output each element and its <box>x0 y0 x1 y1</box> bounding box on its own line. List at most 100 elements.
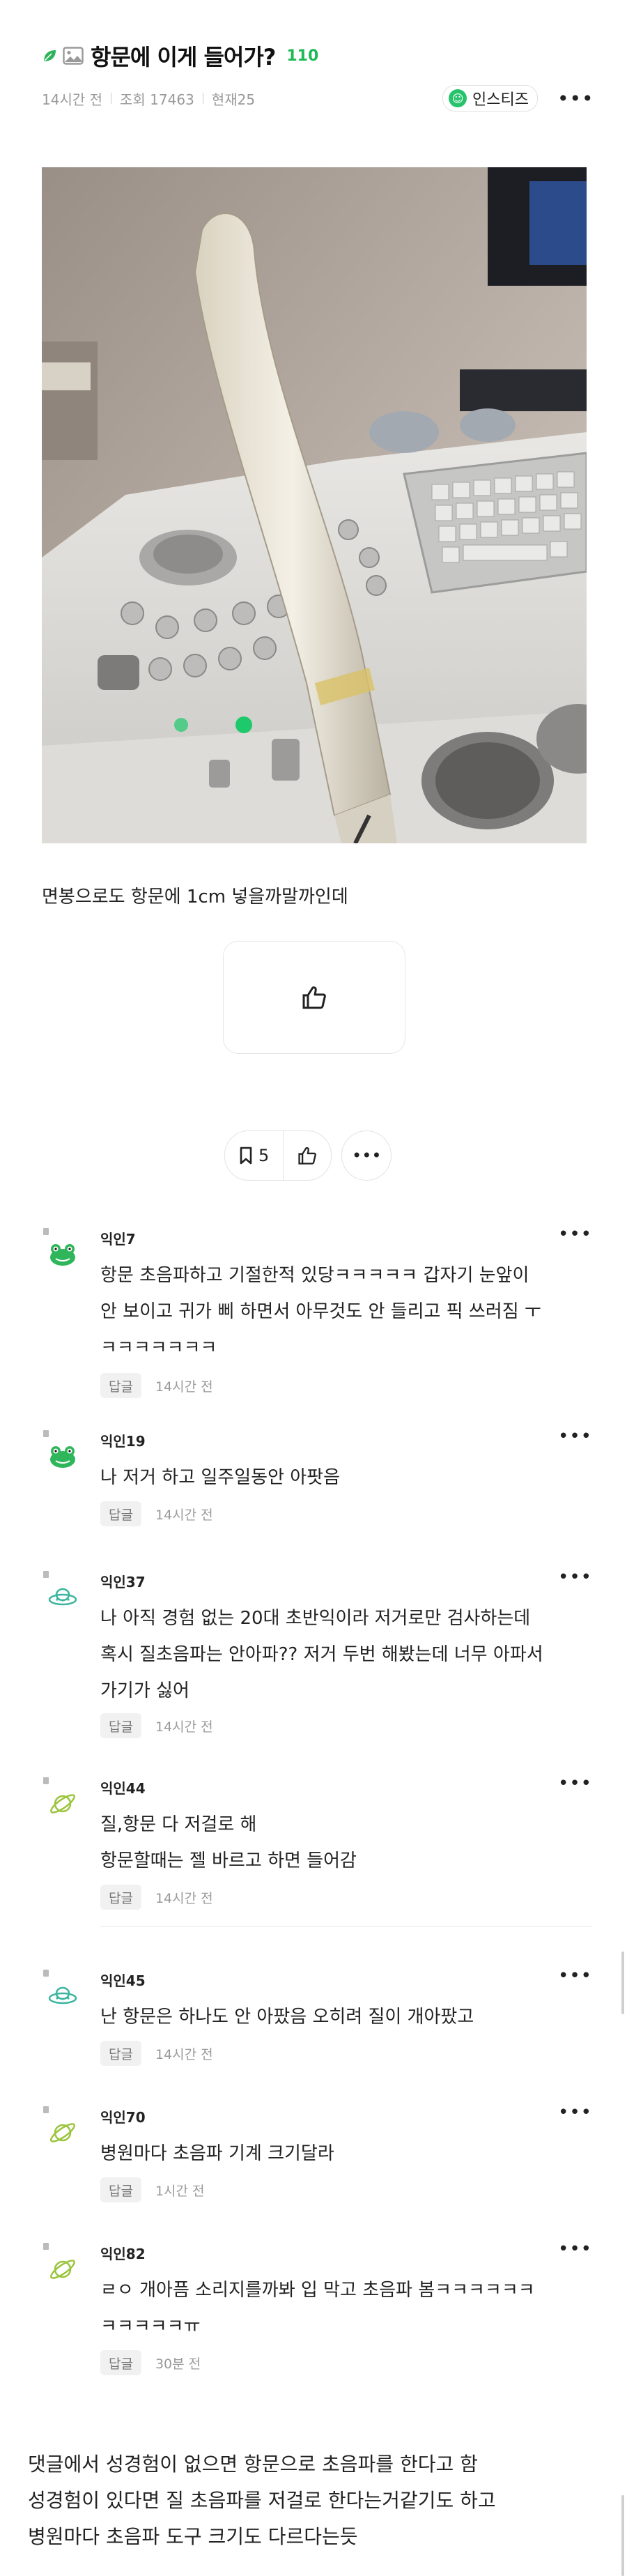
comment: 익인7 ••• 항문 초음파하고 기절한적 있당ㅋㅋㅋㅋㅋ 갑자기 눈앞이 안 … <box>42 1224 592 1408</box>
post-views: 조회 17463 <box>120 91 194 108</box>
comment-text: 병원마다 초음파 기계 크기달라 <box>100 2136 588 2172</box>
comment-more-button[interactable]: ••• <box>558 1773 592 1794</box>
reply-button[interactable]: 답글 <box>100 1885 141 1910</box>
comment-text: 나 아직 경험 없는 20대 초반익이라 저거로만 검사하는데 혹시 질초음파는… <box>100 1600 588 1709</box>
caption-line: 성경험이 있다면 질 초음파를 저걸로 한다는거같기도 하고 <box>28 2489 496 2512</box>
reply-button[interactable]: 답글 <box>100 1501 141 1526</box>
comment-time: 1시간 전 <box>155 2183 205 2199</box>
comment-line: 항문할때는 젤 바르고 하면 들어감 <box>100 1850 357 1871</box>
comment-footer: 답글 30분 전 <box>100 2350 201 2375</box>
comment-time: 14시간 전 <box>155 1379 213 1395</box>
comment-footer: 답글 1시간 전 <box>100 2177 205 2202</box>
like-button[interactable] <box>223 941 405 1054</box>
comment-footer: 답글 14시간 전 <box>100 2041 213 2066</box>
comment-line: 나 저거 하고 일주일동안 아팟음 <box>100 1467 341 1488</box>
pin-marker <box>43 2243 49 2250</box>
comment-line: 혹시 질초음파는 안아파?? 저거 두번 해봤는데 너무 아파서 <box>100 1644 543 1665</box>
pin-marker <box>43 1970 49 1977</box>
comment-line: 항문 초음파하고 기절한적 있당ㅋㅋㅋㅋㅋ 갑자기 눈앞이 <box>100 1265 529 1286</box>
leaf-icon <box>44 50 56 61</box>
comment-line: ㅋㅋㅋㅋㅋㅋㅋ <box>100 1337 217 1358</box>
pin-marker <box>43 1571 49 1578</box>
comment-text: 항문 초음파하고 기절한적 있당ㅋㅋㅋㅋㅋ 갑자기 눈앞이 안 보이고 귀가 삐… <box>100 1257 588 1366</box>
ultrasound-photo <box>42 167 587 843</box>
comment-more-button[interactable]: ••• <box>558 1567 592 1588</box>
pin-marker <box>43 1228 49 1235</box>
comment-footer: 답글 14시간 전 <box>100 1501 213 1526</box>
board-chip[interactable]: ☺ 인스티즈 <box>442 85 538 112</box>
post-header: 항문에 이게 들어가? 110 14시간 전 조회 17463 현재25 ☺ 인… <box>42 40 594 112</box>
comment-time: 14시간 전 <box>155 1719 213 1735</box>
comment: 익인70 ••• 병원마다 초음파 기계 크기달라 답글 1시간 전 <box>42 2102 592 2216</box>
comment: 익인37 ••• 나 아직 경험 없는 20대 초반익이라 저거로만 검사하는데… <box>42 1567 592 1744</box>
reply-button[interactable]: 답글 <box>100 1713 141 1738</box>
ufo-avatar-icon <box>48 1986 77 2004</box>
post-time: 14시간 전 <box>42 91 103 108</box>
scrollbar-thumb[interactable] <box>621 1952 624 2014</box>
comment: 익인19 ••• 나 저거 하고 일주일동안 아팟음 답글 14시간 전 <box>42 1426 592 1540</box>
title-row: 항문에 이게 들어가? 110 <box>42 40 585 71</box>
comment-author[interactable]: 익인82 <box>100 2243 146 2263</box>
caption-line: 댓글에서 성경험이 없으면 항문으로 초음파를 한다고 함 <box>28 2453 478 2476</box>
caption-text: 댓글에서 성경험이 없으면 항문으로 초음파를 한다고 함 성경험이 있다면 질… <box>28 2446 599 2555</box>
comment-more-button[interactable]: ••• <box>558 2102 592 2123</box>
planet-avatar-icon <box>50 1794 75 1814</box>
comment-author[interactable]: 익인7 <box>100 1228 136 1248</box>
small-like-button[interactable] <box>284 1131 331 1180</box>
post-body: 면봉으로도 항문에 1cm 넣을까말까인데 <box>42 887 348 907</box>
comment-more-button[interactable]: ••• <box>558 1224 592 1245</box>
thumbs-up-icon <box>302 986 326 1009</box>
comment-text: 나 저거 하고 일주일동안 아팟음 <box>100 1459 588 1496</box>
planet-avatar-icon <box>50 2260 75 2279</box>
comment-line: 난 항문은 하나도 안 아팠음 오히려 질이 개아팠고 <box>100 2007 474 2027</box>
comment-author[interactable]: 익인45 <box>100 1970 146 1990</box>
post-more-button[interactable]: ••• <box>557 87 594 110</box>
comment-time: 30분 전 <box>155 2356 201 2372</box>
post-actions: 5 ••• <box>224 1130 392 1181</box>
post-current-viewers: 현재25 <box>211 91 256 108</box>
thumbs-up-icon <box>298 1147 317 1165</box>
caption-line: 병원마다 초음파 도구 크기도 다르다는듯 <box>28 2525 358 2548</box>
comment-more-button[interactable]: ••• <box>558 1426 592 1447</box>
comment-line: 질,항문 다 저걸로 해 <box>100 1814 257 1835</box>
comment-more-button[interactable]: ••• <box>558 1965 592 1986</box>
comment-author[interactable]: 익인19 <box>100 1430 146 1450</box>
planet-avatar-icon <box>50 2123 75 2142</box>
frog-avatar-icon <box>50 1244 75 1266</box>
bookmark-like-pill: 5 <box>224 1130 332 1181</box>
bookmark-button[interactable]: 5 <box>225 1131 283 1180</box>
comment: 익인44 ••• 질,항문 다 저걸로 해 항문할때는 젤 바르고 하면 들어감… <box>42 1773 592 1927</box>
reply-button[interactable]: 답글 <box>100 2177 141 2202</box>
comment-line: ㄹㅇ 개아픔 소리지를까봐 입 막고 초음파 봄ㅋㅋㅋㅋㅋㅋ <box>100 2280 535 2301</box>
reply-button[interactable]: 답글 <box>100 1373 141 1398</box>
comment: 익인82 ••• ㄹㅇ 개아픔 소리지를까봐 입 막고 초음파 봄ㅋㅋㅋㅋㅋㅋ … <box>42 2239 592 2395</box>
reply-button[interactable]: 답글 <box>100 2350 141 2375</box>
comment-count[interactable]: 110 <box>286 47 318 65</box>
reply-button[interactable]: 답글 <box>100 2041 141 2066</box>
image-attachment-icon <box>63 47 84 65</box>
comment-line: 안 보이고 귀가 삐 하면서 아무것도 안 들리고 픽 쓰러짐 ㅜ <box>100 1301 541 1322</box>
bookmark-icon <box>240 1147 252 1165</box>
scrollbar-thumb[interactable] <box>621 2495 624 2576</box>
comment-author[interactable]: 익인44 <box>100 1777 146 1797</box>
frog-avatar-icon <box>50 1446 75 1468</box>
post-title: 항문에 이게 들어가? <box>91 44 276 70</box>
pin-marker <box>43 1777 49 1784</box>
comment-author[interactable]: 익인70 <box>100 2106 146 2126</box>
comment-footer: 답글 14시간 전 <box>100 1713 213 1738</box>
more-actions-button[interactable]: ••• <box>341 1130 392 1181</box>
comment-footer: 답글 14시간 전 <box>100 1885 213 1910</box>
comment-text: 질,항문 다 저걸로 해 항문할때는 젤 바르고 하면 들어감 <box>100 1807 588 1879</box>
comment-line: 나 아직 경험 없는 20대 초반익이라 저거로만 검사하는데 <box>100 1608 531 1629</box>
post-photo[interactable] <box>42 167 587 843</box>
comment-time: 14시간 전 <box>155 1507 213 1523</box>
comment-time: 14시간 전 <box>155 1890 213 1906</box>
smile-icon: ☺ <box>449 89 467 107</box>
comment-line: 가기가 싫어 <box>100 1680 189 1701</box>
comment-more-button[interactable]: ••• <box>558 2239 592 2260</box>
pin-marker <box>43 2106 49 2113</box>
board-name: 인스티즈 <box>472 91 529 109</box>
comment-time: 14시간 전 <box>155 2046 213 2062</box>
comment-author[interactable]: 익인37 <box>100 1571 146 1591</box>
bookmark-count: 5 <box>258 1146 270 1165</box>
